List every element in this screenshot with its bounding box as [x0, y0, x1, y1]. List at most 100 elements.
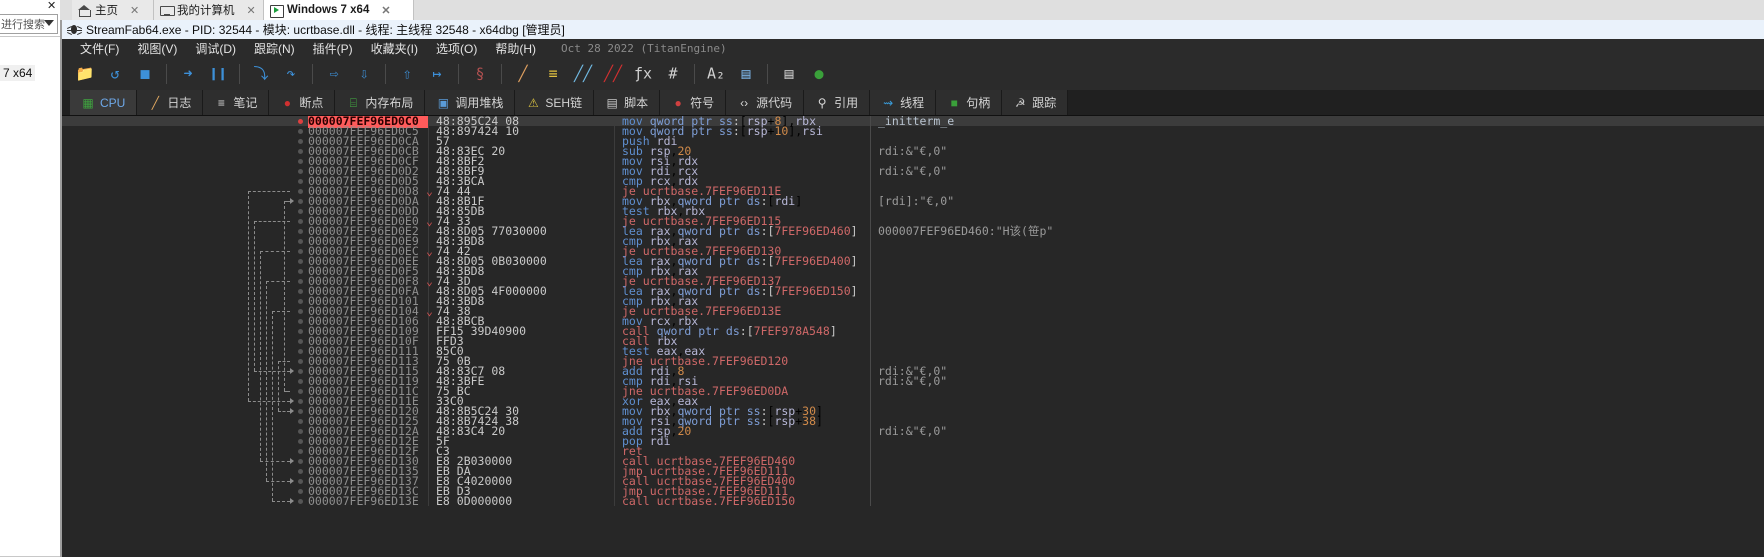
font-icon-glyph: A₂	[706, 64, 726, 83]
instruction-cell: call ucrtbase.7FEF96ED150	[622, 494, 796, 508]
list-item[interactable]: 7 x64	[0, 65, 36, 81]
column-divider	[614, 496, 615, 506]
menu-item-2[interactable]: 视图(V)	[128, 40, 186, 57]
step-over-fast-icon[interactable]: ⇩	[349, 59, 379, 89]
column-divider	[614, 426, 615, 436]
menu-item-3[interactable]: 调试(D)	[186, 40, 245, 57]
disassembly-view[interactable]: 000007FEF96ED0C0 48:895C24 08 mov qword pt…	[62, 116, 1764, 557]
pause-icon-glyph: ❙❙	[208, 64, 228, 83]
chevron-down-icon[interactable]	[44, 20, 54, 26]
calculator-icon[interactable]: ▤	[774, 59, 804, 89]
tab-脚本[interactable]: ▤ 脚本	[594, 90, 661, 115]
column-divider	[614, 146, 615, 156]
column-divider	[428, 456, 429, 466]
tab-label: 笔记	[233, 96, 258, 110]
open-icon[interactable]: 📁	[70, 59, 100, 89]
tab-符号[interactable]: ● 符号	[660, 90, 727, 115]
toolbar-separator	[166, 64, 167, 84]
search-input[interactable]: 进行搜索	[0, 14, 58, 34]
breakpoints-icon[interactable]: ╱╱	[568, 59, 598, 89]
breakpoint-icon: ●	[283, 95, 291, 110]
notes-icon[interactable]: ≡	[538, 59, 568, 89]
browser-tab-1[interactable]: 主页 ✕	[72, 0, 154, 20]
menu-item-8[interactable]: 帮助(H)	[486, 40, 545, 57]
column-divider	[614, 166, 615, 176]
bug-icon	[66, 23, 82, 36]
pause-icon[interactable]: ❙❙	[203, 59, 233, 89]
column-divider	[614, 286, 615, 296]
disassembly-row[interactable]: 000007FEF96ED13E E8 0D000000 call ucrtbase…	[62, 494, 1764, 508]
calculator-plus-icon[interactable]: ▤	[731, 59, 761, 89]
menu-item-7[interactable]: 选项(O)	[427, 40, 486, 57]
column-divider	[614, 226, 615, 236]
log-icon[interactable]: ╱	[508, 59, 538, 89]
column-divider	[614, 176, 615, 186]
column-divider	[614, 406, 615, 416]
build-stamp: Oct 28 2022 (TitanEngine)	[561, 42, 727, 55]
open-icon-glyph: 📁	[75, 64, 95, 83]
step-over-icon[interactable]: ↷	[276, 59, 306, 89]
tab-日志[interactable]: ╱ 日志	[137, 90, 204, 115]
donate-icon[interactable]: ●	[804, 59, 834, 89]
run-icon[interactable]: ➜	[173, 59, 203, 89]
opcode-bytes-cell: E8 0D000000	[436, 494, 513, 508]
tab-笔记[interactable]: ≡ 笔记	[203, 90, 270, 115]
memory-map-icon[interactable]: ╱╱	[598, 59, 628, 89]
close-icon[interactable]: ✕	[381, 4, 390, 17]
column-divider	[428, 476, 429, 486]
tab-CPU[interactable]: ▦ CPU	[70, 90, 138, 115]
step-over-fast-icon-glyph: ⇩	[359, 64, 369, 83]
menu-item-4[interactable]: 跟踪(N)	[245, 40, 304, 57]
log-icon-glyph: ╱	[518, 64, 528, 83]
stop-icon[interactable]: ■	[130, 59, 160, 89]
run-icon-glyph: ➜	[183, 64, 193, 83]
close-icon[interactable]: ✕	[47, 0, 56, 12]
step-into-icon[interactable]: ⤵	[246, 59, 276, 89]
column-divider	[428, 486, 429, 496]
references-icon: ⚲	[817, 95, 827, 110]
threads-icon: ⇝	[883, 95, 894, 110]
tab-内存布局[interactable]: ⌸ 内存布局	[335, 90, 426, 115]
column-divider	[428, 436, 429, 446]
home-icon	[78, 4, 91, 17]
menu-item-5[interactable]: 插件(P)	[304, 40, 362, 57]
window-title: StreamFab64.exe - PID: 32544 - 模块: ucrtb…	[86, 23, 565, 37]
fx-icon[interactable]: ƒx	[628, 59, 658, 89]
tab-源代码[interactable]: ‹› 源代码	[726, 90, 805, 115]
tab-断点[interactable]: ● 断点	[269, 90, 336, 115]
column-divider	[614, 486, 615, 496]
hash-icon-glyph: #	[668, 64, 678, 83]
column-divider	[428, 316, 429, 326]
column-divider	[614, 236, 615, 246]
close-icon[interactable]: ✕	[130, 4, 139, 17]
step-into-fast-icon[interactable]: ⇨	[319, 59, 349, 89]
run-to-user-code-icon[interactable]: ↦	[422, 59, 452, 89]
restart-icon[interactable]: ↺	[100, 59, 130, 89]
column-divider	[428, 426, 429, 436]
column-divider	[428, 326, 429, 336]
column-divider	[614, 186, 615, 196]
tab-SEH链[interactable]: ⚠ SEH链	[515, 90, 595, 115]
tab-线程[interactable]: ⇝ 线程	[870, 90, 937, 115]
tab-句柄[interactable]: ■ 句柄	[936, 90, 1003, 115]
column-divider	[614, 116, 615, 126]
view-tab-bar: ▦ CPU ╱ 日志 ≡ 笔记 ● 断点 ⌸ 内存布局 ▣ 调用堆栈 ⚠ SEH链 ▤ 脚本 ● 符号 ‹› 源代码 ⚲…	[62, 90, 1764, 116]
breakpoint-toggle-icon[interactable]	[294, 494, 306, 508]
browser-tab-3[interactable]: Windows 7 x64 ✕	[264, 0, 414, 20]
memory-icon: ⌸	[349, 95, 357, 110]
tab-label: 日志	[167, 96, 192, 110]
tab-label: 引用	[834, 96, 859, 110]
hash-icon[interactable]: #	[658, 59, 688, 89]
execute-till-return-icon[interactable]: ⇧	[392, 59, 422, 89]
tab-引用[interactable]: ⚲ 引用	[804, 90, 871, 115]
tab-调用堆栈[interactable]: ▣ 调用堆栈	[425, 90, 516, 115]
menu-item-1[interactable]: 文件(F)	[71, 40, 128, 57]
close-icon[interactable]: ✕	[247, 4, 256, 17]
browser-tab-2[interactable]: 我的计算机 ✕	[154, 0, 264, 20]
tab-跟踪[interactable]: ☭ 跟踪	[1002, 90, 1069, 115]
column-divider	[428, 136, 429, 146]
menu-item-6[interactable]: 收藏夹(I)	[362, 40, 427, 57]
skip-icon[interactable]: §	[465, 59, 495, 89]
font-icon[interactable]: A₂	[701, 59, 731, 89]
column-divider	[614, 346, 615, 356]
